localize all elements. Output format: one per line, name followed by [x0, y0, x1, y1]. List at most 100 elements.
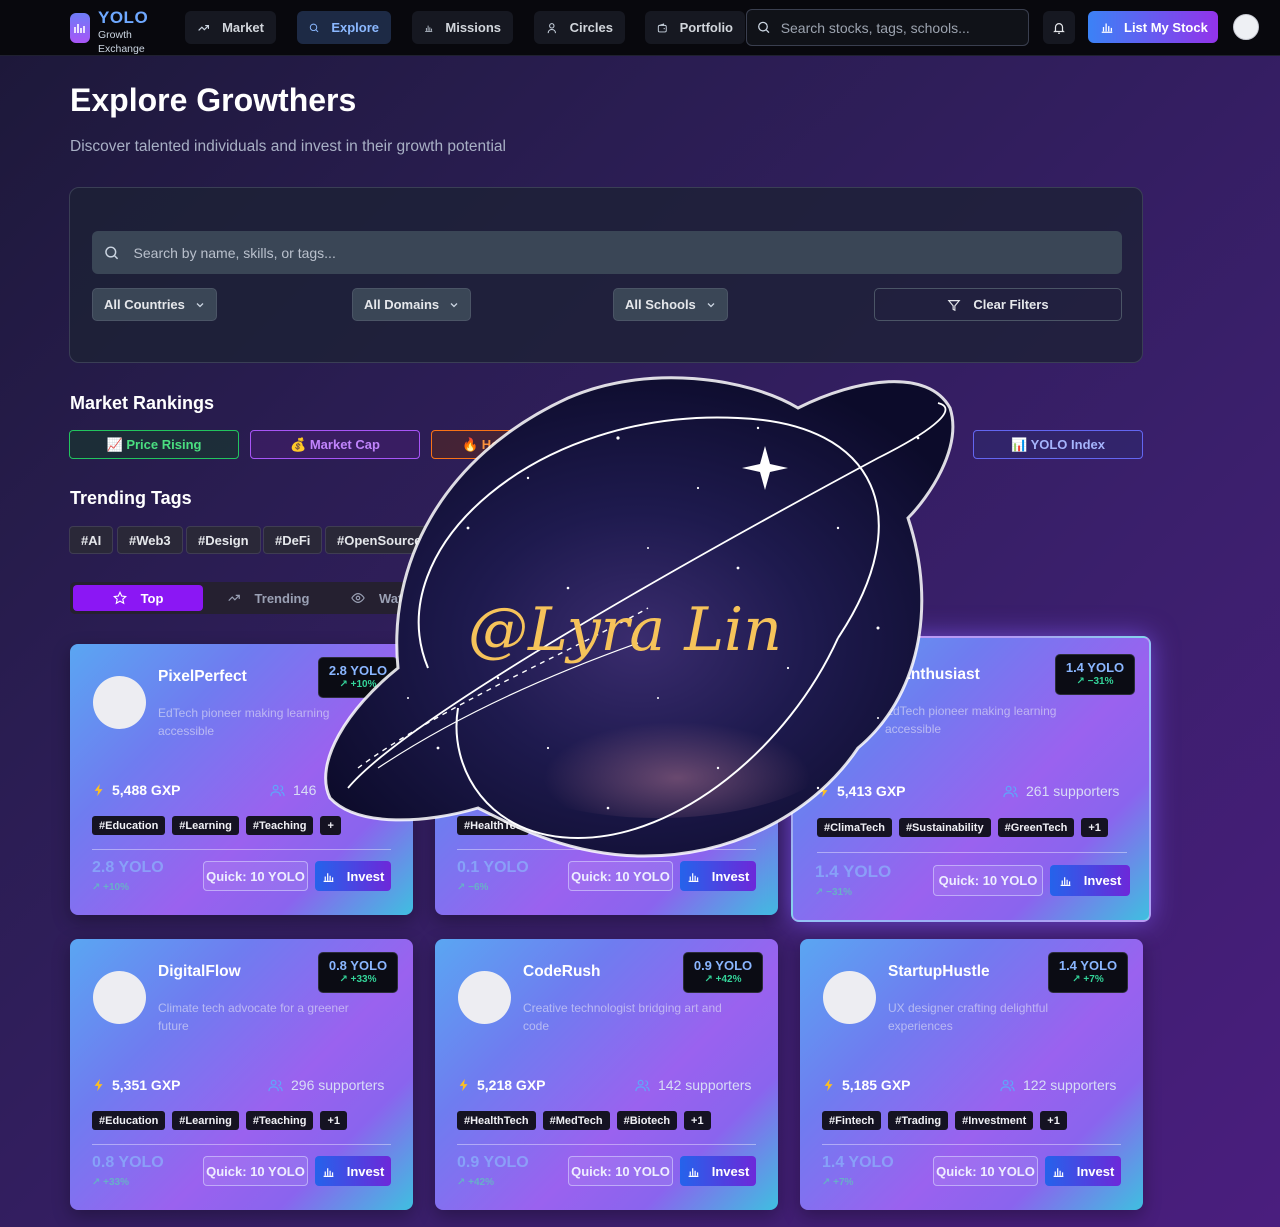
quick-buy-button[interactable]: Quick: 10 YOLO — [568, 1156, 673, 1186]
card-tag[interactable]: #Learning — [172, 816, 239, 835]
growther-bio: Creative technologist bridging art and c… — [523, 1001, 722, 1033]
rank-market-cap[interactable]: 💰 Market Cap — [250, 430, 420, 459]
logo-subtitle: Growth — [98, 29, 132, 41]
global-search[interactable] — [746, 9, 1029, 46]
card-tag[interactable]: #Trading — [888, 1111, 949, 1130]
avatar — [93, 676, 146, 729]
rank-price-rising[interactable]: 📈 Price Rising — [69, 430, 239, 459]
nav-market-label: Market — [222, 20, 264, 35]
growther-bio: Climate tech advocate for a greener futu… — [158, 1001, 349, 1033]
invest-button[interactable]: Invest — [315, 1156, 391, 1186]
profile-avatar[interactable] — [1233, 14, 1259, 40]
card-tag[interactable]: #GreenTech — [997, 818, 1075, 837]
card-tag[interactable]: #Investment — [955, 1111, 1034, 1130]
invest-button[interactable]: Invest — [1050, 865, 1130, 896]
trending-icon — [198, 24, 210, 31]
card-tag[interactable]: #Biotech — [616, 1111, 678, 1130]
badge-change: ↗ +10% — [339, 679, 377, 690]
rank-yolo-index[interactable]: 📊 YOLO Index — [973, 430, 1143, 459]
card-tag[interactable]: #Learning — [172, 1111, 239, 1130]
trending-tag[interactable]: #AI — [69, 526, 114, 554]
card-tag-more[interactable]: + — [320, 816, 341, 835]
card-tag[interactable]: #HealthTec — [457, 816, 529, 835]
list-my-stock-label: List My Stock — [1124, 19, 1208, 35]
badge-change: ↗ +33% — [339, 974, 377, 985]
filter-panel: All Countries All Domains All Schools Cl… — [69, 187, 1143, 363]
growther-card[interactable]: PixelPerfect EdTech pioneer making learn… — [70, 644, 413, 915]
growther-card[interactable]: CodeRush Creative technologist bridging … — [435, 939, 778, 1210]
nav-explore[interactable]: Explore — [297, 11, 391, 44]
divider — [457, 849, 756, 850]
nav-missions[interactable]: Missions — [412, 11, 513, 44]
rank-price-rising-label: 📈 Price Rising — [106, 436, 202, 452]
card-tag-more[interactable]: +1 — [1040, 1111, 1067, 1130]
supporters-value: 122 supporters — [1023, 1077, 1117, 1093]
card-tag-more[interactable]: +1 — [684, 1111, 711, 1130]
supporters-stat: 261 supporters — [1003, 783, 1119, 799]
global-search-input[interactable] — [780, 19, 1028, 36]
domains-dropdown[interactable]: All Domains — [352, 288, 472, 321]
logo[interactable]: YOLO Growth Exchange — [70, 9, 148, 56]
invest-button[interactable]: Invest — [315, 861, 391, 891]
growther-card[interactable]: AIEnthusiast EdTech pioneer making learn… — [791, 636, 1151, 922]
schools-dropdown[interactable]: All Schools — [613, 288, 728, 321]
supporters-value: 146 — [293, 782, 317, 798]
tab-top[interactable]: Top — [73, 585, 203, 611]
card-tag[interactable]: #MedTech — [542, 1111, 610, 1130]
card-tag[interactable]: #ClimaTech — [817, 818, 892, 837]
card-tag[interactable]: #Sustainability — [898, 818, 991, 837]
rankings-title: Market Rankings — [70, 393, 215, 413]
card-tag[interactable]: #Teaching — [245, 1111, 314, 1130]
countries-dropdown[interactable]: All Countries — [92, 288, 217, 321]
trending-tag[interactable]: #DeFi — [263, 526, 323, 554]
gxp-value: 5,185 GXP — [842, 1077, 911, 1093]
card-tag[interactable]: #Education — [92, 1111, 166, 1130]
nav-market[interactable]: Market — [185, 11, 276, 44]
quick-buy-button[interactable]: Quick: 10 YOLO — [203, 1156, 308, 1186]
page-title: Explore Growthers — [70, 82, 357, 118]
notifications-button[interactable] — [1043, 11, 1075, 44]
trending-tag[interactable]: #Design — [186, 526, 261, 554]
card-price: 2.8 YOLO — [92, 859, 164, 876]
filter-search[interactable] — [92, 231, 1122, 274]
quick-buy-button[interactable]: Quick: 10 YOLO — [933, 865, 1043, 896]
price-badge: 2.8 YOLO ↗ +10% — [318, 657, 398, 698]
gxp-stat: 5,218 GXP — [457, 1077, 546, 1093]
divider — [92, 849, 391, 850]
top-nav: YOLO Growth Exchange Market Explore Miss… — [0, 0, 1280, 56]
invest-button[interactable]: Invest — [1045, 1156, 1121, 1186]
card-tag[interactable]: #Teaching — [245, 816, 314, 835]
quick-buy-button[interactable]: Quick: 10 YOLO — [568, 861, 673, 891]
rank-hot[interactable]: 🔥 Ho — [431, 430, 601, 459]
badge-price: 2.8 YOLO — [328, 663, 388, 678]
card-tag[interactable]: #Fintech — [822, 1111, 882, 1130]
nav-portfolio[interactable]: Portfolio — [645, 11, 745, 44]
lightning-icon — [94, 1078, 103, 1092]
quick-buy-button[interactable]: Quick: 10 YOLO — [203, 861, 308, 891]
growther-card[interactable]: StartupHustle UX designer crafting delig… — [800, 939, 1143, 1210]
gxp-stat: 5,488 GXP — [92, 782, 181, 798]
filter-search-input[interactable] — [133, 244, 1122, 261]
quick-buy-button[interactable]: Quick: 10 YOLO — [933, 1156, 1038, 1186]
tab-watchlist[interactable]: Wat — [333, 585, 463, 611]
growther-card[interactable]: #HealthTec 0.1 YOLO ↗ −6% Quick: 10 YOLO… — [435, 644, 778, 915]
chevron-down-icon — [196, 302, 204, 307]
nav-circles[interactable]: Circles — [534, 11, 625, 44]
card-tag[interactable]: #Education — [92, 816, 166, 835]
clear-filters-label: Clear Filters — [973, 297, 1049, 312]
tab-trending-label: Trending — [254, 590, 310, 606]
trending-tag[interactable]: #Web3 — [117, 526, 183, 554]
card-tag-more[interactable]: +1 — [320, 1111, 348, 1130]
growther-card[interactable]: DigitalFlow Climate tech advocate for a … — [70, 939, 413, 1210]
trending-tag[interactable]: #OpenSource — [325, 526, 434, 554]
growther-name: CodeRush — [523, 963, 601, 980]
clear-filters-button[interactable]: Clear Filters — [874, 288, 1122, 321]
invest-button[interactable]: Invest — [680, 1156, 756, 1186]
tab-trending[interactable]: Trending — [203, 585, 333, 611]
supporters-value: 142 supporters — [658, 1077, 752, 1093]
growther-name: AIEnthusiast — [885, 666, 980, 683]
invest-button[interactable]: Invest — [680, 861, 756, 891]
list-my-stock-button[interactable]: List My Stock — [1088, 11, 1218, 43]
card-tag[interactable]: #HealthTech — [457, 1111, 536, 1130]
card-tag-more[interactable]: +1 — [1081, 818, 1108, 837]
